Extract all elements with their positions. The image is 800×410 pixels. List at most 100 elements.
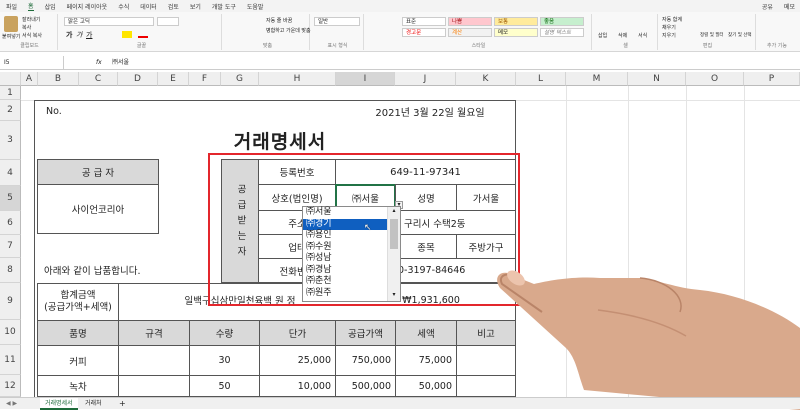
share-button[interactable]: 공유 — [762, 2, 773, 11]
autosum-button[interactable]: 자동 합계 — [662, 16, 682, 23]
item-qty[interactable]: 30 — [189, 345, 260, 376]
underline-icon[interactable]: 가 — [86, 30, 92, 40]
style-normal[interactable]: 표준 — [402, 17, 446, 26]
item-name[interactable]: 커피 — [37, 345, 119, 376]
row-header-5[interactable]: 5 — [0, 186, 21, 211]
highlight-box — [208, 153, 520, 306]
row-header-3[interactable]: 3 — [0, 121, 21, 160]
sheet-nav-icon[interactable]: ◀ ▶ — [6, 398, 17, 410]
clear-button[interactable]: 지우기 — [662, 32, 676, 39]
style-neutral[interactable]: 보통 — [494, 17, 538, 26]
sheet-tab-invoice[interactable]: 거래명세서 — [40, 398, 78, 410]
supplier-label: 공 급 자 — [37, 159, 159, 185]
sort-filter-button[interactable]: 정렬 및 필터 — [700, 32, 726, 38]
item-supply[interactable]: 750,000 — [335, 345, 396, 376]
item-name[interactable]: 녹차 — [37, 375, 119, 397]
menu-tab-home[interactable]: 홈 — [28, 1, 34, 11]
item-tax[interactable]: 75,000 — [395, 345, 457, 376]
row-header-1[interactable]: 1 — [0, 86, 21, 100]
style-good[interactable]: 좋음 — [540, 17, 584, 26]
column-header-l[interactable]: L — [516, 72, 566, 86]
menu-tab-review[interactable]: 검토 — [168, 2, 179, 11]
styles-group: 표준 나쁨 보통 좋음 경고문 계산 메모 설명 텍스트 스타일 — [366, 14, 592, 50]
row-header-10[interactable]: 10 — [0, 320, 21, 345]
style-explanatory[interactable]: 설명 텍스트 — [540, 28, 584, 37]
menu-tab-formulas[interactable]: 수식 — [118, 2, 129, 11]
addins-group-label: 추가 기능 — [767, 43, 787, 49]
bold-icon[interactable]: 가 — [66, 30, 72, 40]
item-spec[interactable] — [118, 375, 190, 397]
copy-button[interactable]: 복사 — [22, 24, 31, 31]
column-header-j[interactable]: J — [395, 72, 456, 86]
editing-group: 자동 합계 채우기 지우기 정렬 및 필터 찾기 및 선택 편집 — [660, 14, 756, 50]
insert-cells-button[interactable]: 삽입 — [598, 32, 607, 39]
font-name-select[interactable]: 맑은 고딕 — [64, 17, 154, 26]
column-header-e[interactable]: E — [158, 72, 189, 86]
row-header-8[interactable]: 8 — [0, 258, 21, 283]
column-header-b[interactable]: B — [38, 72, 79, 86]
column-header-i[interactable]: I — [336, 72, 395, 86]
column-header-g[interactable]: G — [221, 72, 259, 86]
row-header-7[interactable]: 7 — [0, 235, 21, 258]
name-box[interactable]: I5 — [4, 56, 64, 70]
menu-tab-help[interactable]: 도움말 — [247, 2, 264, 11]
comments-button[interactable]: 메모 — [784, 2, 795, 11]
number-format-select[interactable]: 일반 — [314, 17, 360, 26]
menu-tab-data[interactable]: 데이터 — [140, 2, 157, 11]
column-header-k[interactable]: K — [456, 72, 516, 86]
merge-center-button[interactable]: 병합하고 가운데 맞춤 — [266, 27, 311, 34]
row-header-4[interactable]: 4 — [0, 160, 21, 186]
row-header-12[interactable]: 12 — [0, 375, 21, 397]
pointing-hand-image — [497, 270, 800, 410]
font-size-select[interactable] — [157, 17, 179, 26]
item-price[interactable]: 10,000 — [259, 375, 336, 397]
column-header-a[interactable]: A — [21, 72, 38, 86]
paste-button[interactable]: 붙여넣기 — [2, 33, 20, 40]
item-price[interactable]: 25,000 — [259, 345, 336, 376]
style-bad[interactable]: 나쁨 — [448, 17, 492, 26]
format-painter-button[interactable]: 서식 복사 — [22, 32, 42, 39]
row-header-6[interactable]: 6 — [0, 211, 21, 235]
format-cells-button[interactable]: 서식 — [638, 32, 647, 39]
column-header-o[interactable]: O — [686, 72, 744, 86]
supplier-name[interactable]: 사이언코리아 — [37, 184, 159, 234]
fx-icon[interactable]: fx — [96, 56, 102, 70]
column-header-d[interactable]: D — [118, 72, 158, 86]
menu-tab-developer[interactable]: 개발 도구 — [212, 2, 236, 11]
menu-tab-page-layout[interactable]: 페이지 레이아웃 — [67, 2, 108, 11]
fill-button[interactable]: 채우기 — [662, 24, 676, 31]
column-header-c[interactable]: C — [79, 72, 118, 86]
style-warning[interactable]: 경고문 — [402, 28, 446, 37]
add-sheet-button[interactable]: + — [114, 398, 131, 410]
style-calculation[interactable]: 계산 — [448, 28, 492, 37]
menu-tab-insert[interactable]: 삽입 — [45, 2, 56, 11]
menu-tab-view[interactable]: 보기 — [190, 2, 201, 11]
fill-color-icon[interactable] — [122, 31, 132, 38]
item-qty[interactable]: 50 — [189, 375, 260, 397]
item-tax[interactable]: 50,000 — [395, 375, 457, 397]
header-item-name: 품명 — [37, 320, 119, 346]
row-header-2[interactable]: 2 — [0, 100, 21, 121]
column-header-p[interactable]: P — [744, 72, 800, 86]
column-header-m[interactable]: M — [566, 72, 628, 86]
style-note[interactable]: 메모 — [494, 28, 538, 37]
select-all-corner[interactable] — [0, 72, 21, 86]
italic-icon[interactable]: 가 — [76, 30, 82, 40]
wrap-text-button[interactable]: 자동 줄 바꿈 — [266, 17, 292, 24]
row-header-9[interactable]: 9 — [0, 283, 21, 320]
item-supply[interactable]: 500,000 — [335, 375, 396, 397]
menu-tab-file[interactable]: 파일 — [6, 2, 17, 11]
column-header-n[interactable]: N — [628, 72, 686, 86]
row-header-11[interactable]: 11 — [0, 345, 21, 375]
number-group-label: 표시 형식 — [327, 43, 348, 49]
paste-icon[interactable] — [4, 16, 18, 32]
cut-button[interactable]: 잘라내기 — [22, 16, 40, 23]
sheet-tab-clients[interactable]: 거래처 — [80, 398, 107, 410]
find-select-button[interactable]: 찾기 및 선택 — [728, 32, 754, 38]
formula-input[interactable]: ㈜서울 — [112, 56, 129, 70]
column-header-h[interactable]: H — [259, 72, 336, 86]
delete-cells-button[interactable]: 삭제 — [618, 32, 627, 39]
font-color-icon[interactable] — [138, 31, 148, 38]
column-header-f[interactable]: F — [189, 72, 221, 86]
item-spec[interactable] — [118, 345, 190, 376]
